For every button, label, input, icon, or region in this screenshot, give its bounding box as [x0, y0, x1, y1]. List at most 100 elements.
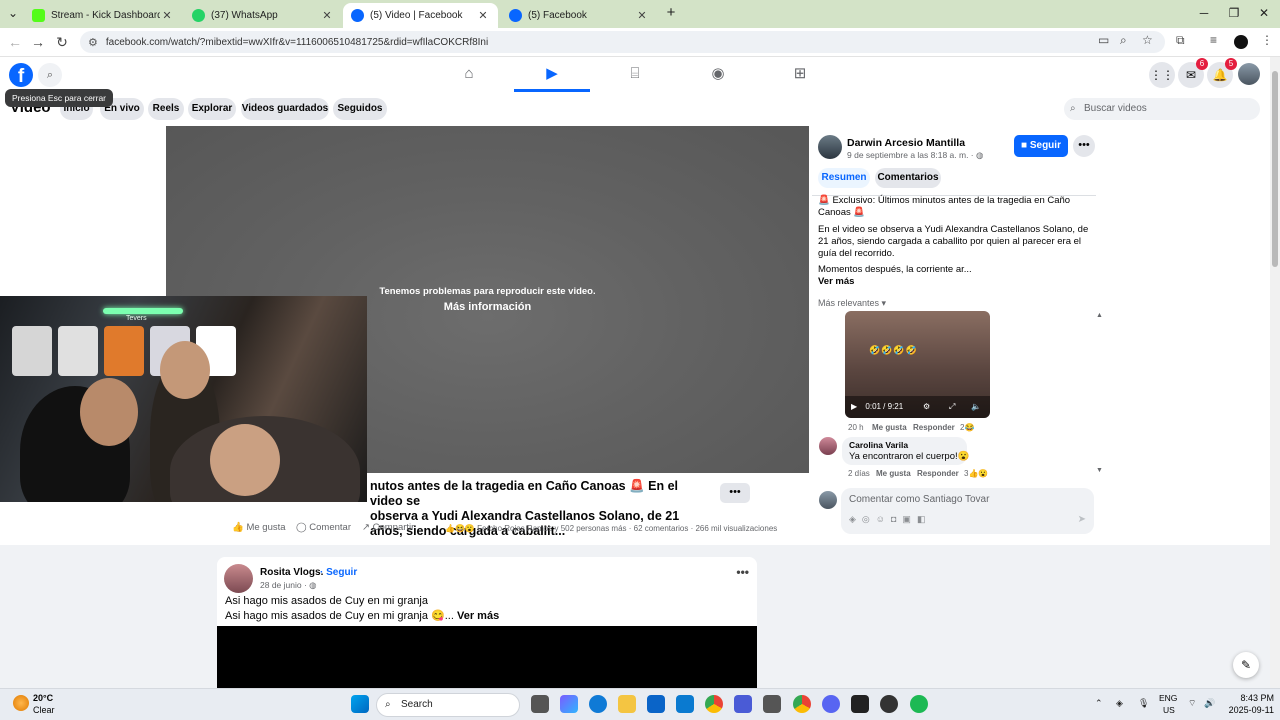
- search-icon[interactable]: ⌕: [38, 63, 62, 87]
- more-options-icon[interactable]: •••: [1073, 135, 1095, 157]
- taskbar-search[interactable]: ⌕ Search: [376, 693, 520, 717]
- post-follow-link[interactable]: · Seguir: [320, 567, 357, 578]
- store-icon[interactable]: [676, 695, 694, 713]
- comments-count[interactable]: 62 comentarios: [634, 524, 689, 533]
- comment-input[interactable]: Comentar como Santiago Tovar ◈◎☺◘▣◧ ➤: [841, 488, 1094, 534]
- groups-icon[interactable]: ◉: [680, 57, 756, 92]
- messenger-icon[interactable]: ✉ 6: [1178, 58, 1208, 88]
- gaming-icon[interactable]: ⊞: [762, 57, 838, 92]
- app-icon[interactable]: [734, 695, 752, 713]
- wifi-icon[interactable]: ⌔: [1188, 698, 1196, 709]
- emoji-icon[interactable]: ☺: [876, 514, 891, 524]
- volume-icon[interactable]: 🔊: [1204, 698, 1215, 709]
- like-button[interactable]: 👍 Me gusta: [232, 522, 286, 533]
- cast-icon[interactable]: ▭: [1098, 33, 1109, 47]
- spotify-icon[interactable]: [910, 695, 928, 713]
- tab-resumen[interactable]: Resumen: [818, 168, 870, 188]
- send-icon[interactable]: ➤: [1078, 514, 1086, 525]
- fullscreen-icon[interactable]: ⤢: [949, 396, 955, 418]
- volume-icon[interactable]: 🔈: [971, 396, 981, 418]
- sticker-icon[interactable]: ◈: [849, 514, 862, 524]
- outlook-icon[interactable]: [647, 695, 665, 713]
- comment-reply-button[interactable]: Responder: [917, 469, 959, 478]
- pill-seguidos[interactable]: Seguidos: [333, 98, 387, 120]
- comment-like-button[interactable]: Me gusta: [876, 469, 911, 478]
- weather-icon[interactable]: [13, 695, 29, 711]
- commenter-avatar[interactable]: [819, 437, 837, 455]
- maximize-icon[interactable]: ❐: [1224, 6, 1244, 20]
- forward-icon[interactable]: →: [29, 34, 47, 50]
- windows-start-icon[interactable]: [351, 695, 369, 713]
- tab-whatsapp[interactable]: (37) WhatsApp ✕: [184, 3, 342, 28]
- tab-comentarios[interactable]: Comentarios: [875, 168, 941, 188]
- author-name[interactable]: Darwin Arcesio Mantilla: [847, 137, 965, 149]
- home-icon[interactable]: ⌂: [431, 57, 507, 92]
- scroll-down-icon[interactable]: ▼: [1096, 467, 1103, 474]
- video-icon[interactable]: ▶: [514, 57, 590, 92]
- zoom-icon[interactable]: ⌕: [1120, 33, 1127, 48]
- account-avatar[interactable]: [1238, 63, 1260, 85]
- tab-facebook-video[interactable]: (5) Video | Facebook ✕: [343, 3, 498, 28]
- scroll-up-icon[interactable]: ▲: [1096, 312, 1103, 319]
- tray-app-icon[interactable]: ◈: [1116, 698, 1123, 709]
- page-scrollbar[interactable]: [1270, 57, 1280, 688]
- post-author-name[interactable]: Rosita Vlogs.: [260, 567, 323, 578]
- comment-video-thumbnail[interactable]: 🤣🤣🤣🤣 ▶ 0:01 / 9:21 ⚙ ⤢ 🔈: [845, 311, 990, 418]
- share-button[interactable]: ↗ Compartir: [362, 522, 414, 533]
- task-view-icon[interactable]: [531, 695, 549, 713]
- back-icon[interactable]: ←: [6, 34, 24, 50]
- comment-button[interactable]: ◯ Comentar: [296, 522, 351, 533]
- clock-time[interactable]: 8:43 PM: [1224, 693, 1274, 703]
- url-field[interactable]: ⚙ facebook.com/watch/?mibextid=wwXIfr&v=…: [80, 31, 1165, 53]
- avatar-icon[interactable]: ◎: [862, 514, 876, 524]
- facebook-logo-icon[interactable]: f: [9, 63, 33, 87]
- chrome-icon[interactable]: [705, 695, 723, 713]
- reactions-summary[interactable]: 👍😆😮 Fercho Rojas Ramos y 502 personas má…: [445, 524, 777, 533]
- site-info-icon[interactable]: ⚙: [88, 36, 98, 49]
- sticker-sheet-icon[interactable]: ◧: [917, 514, 932, 524]
- close-tab-icon[interactable]: ✕: [160, 9, 174, 22]
- app-icon[interactable]: [763, 695, 781, 713]
- minimize-icon[interactable]: ─: [1194, 6, 1214, 20]
- discord-icon[interactable]: [822, 695, 840, 713]
- play-icon[interactable]: ▶: [851, 402, 857, 411]
- scrollbar-thumb[interactable]: [1272, 71, 1278, 267]
- pill-explorar[interactable]: Explorar: [188, 98, 236, 120]
- extensions-icon[interactable]: ⧉: [1176, 33, 1185, 48]
- clock-date[interactable]: 2025-09-11: [1224, 705, 1274, 715]
- comment-like-button[interactable]: Me gusta: [872, 423, 907, 432]
- app-icon[interactable]: [851, 695, 869, 713]
- menu-grid-icon[interactable]: ⋮⋮: [1149, 62, 1175, 88]
- author-avatar[interactable]: [818, 135, 842, 159]
- close-window-icon[interactable]: ✕: [1254, 6, 1274, 20]
- pill-videos-guardados[interactable]: Videos guardados: [241, 98, 329, 120]
- profile-avatar-icon[interactable]: [1234, 35, 1248, 49]
- post-author-avatar[interactable]: [224, 564, 253, 593]
- file-explorer-icon[interactable]: [618, 695, 636, 713]
- post-video[interactable]: [217, 626, 757, 688]
- gif-icon[interactable]: ▣: [902, 514, 917, 524]
- settings-icon[interactable]: ⚙: [923, 396, 930, 418]
- marketplace-icon[interactable]: ⌸: [597, 57, 673, 92]
- follow-button[interactable]: ■ Seguir: [1014, 135, 1068, 157]
- see-more-link[interactable]: Ver más: [457, 610, 499, 622]
- post-more-icon[interactable]: •••: [736, 565, 749, 579]
- language-indicator[interactable]: ENG: [1159, 693, 1177, 703]
- tray-overflow-icon[interactable]: ⌃: [1095, 698, 1103, 709]
- tab-facebook[interactable]: (5) Facebook ✕: [501, 3, 657, 28]
- camera-icon[interactable]: ◘: [891, 514, 902, 524]
- chrome-icon[interactable]: [793, 695, 811, 713]
- keyboard-layout[interactable]: US: [1163, 705, 1175, 715]
- tab-search-icon[interactable]: ⌄: [3, 6, 23, 20]
- compose-message-icon[interactable]: ✎: [1233, 652, 1259, 678]
- copilot-icon[interactable]: [560, 695, 578, 713]
- browser-menu-icon[interactable]: ⋮: [1261, 33, 1273, 47]
- comment-author[interactable]: Carolina Varila: [849, 440, 908, 450]
- close-tab-icon[interactable]: ✕: [320, 9, 334, 22]
- new-tab-button[interactable]: +: [661, 4, 681, 21]
- bookmark-star-icon[interactable]: ☆: [1142, 33, 1153, 47]
- microphone-icon[interactable]: 🎙: [1138, 698, 1149, 709]
- edge-icon[interactable]: [589, 695, 607, 713]
- video-search-input[interactable]: ⌕ Buscar videos: [1064, 98, 1260, 120]
- comment-reply-button[interactable]: Responder: [913, 423, 955, 432]
